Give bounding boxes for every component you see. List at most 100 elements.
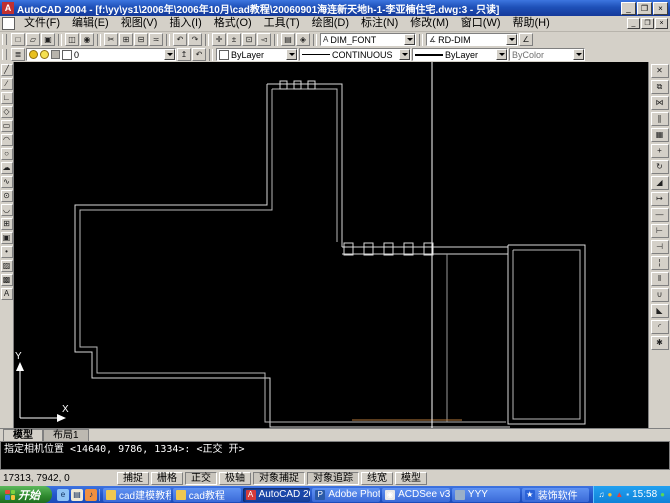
menu-item-window[interactable]: 窗口(W) [455,16,507,31]
polygon-button[interactable]: ◇ [1,106,13,118]
point-button[interactable]: • [1,246,13,258]
color-combo[interactable]: ByLayer [216,48,298,61]
fillet-button[interactable]: ◜ [651,320,669,334]
new-button[interactable]: □ [11,33,25,46]
menu-item-modify[interactable]: 修改(M) [404,16,455,31]
explode-button[interactable]: ✱ [651,336,669,350]
lengthen-button[interactable]: — [651,208,669,222]
media-player-icon[interactable]: ♪ [85,489,97,501]
tab-layout1[interactable]: 布局1 [43,429,89,441]
show-desktop-icon[interactable]: ▤ [71,489,83,501]
drawing-canvas[interactable]: YX [14,62,648,428]
combo-dropdown-icon[interactable] [506,34,517,45]
combo-dropdown-icon[interactable] [164,49,175,60]
open-button[interactable]: ▱ [26,33,40,46]
trim-button[interactable]: ⊢ [651,224,669,238]
task-decor-software[interactable]: ★装饰软件 [522,488,590,502]
stretch-button[interactable]: ↦ [651,192,669,206]
undo-button[interactable]: ↶ [173,33,187,46]
language-indicator-icon[interactable]: ● [660,490,665,500]
circle-button[interactable]: ○ [1,148,13,160]
network-icon[interactable]: ▪ [626,490,629,500]
layer-combo[interactable]: 0 [26,48,176,61]
combo-dropdown-icon[interactable] [404,34,415,45]
text-style-combo[interactable]: A DIM_FONT [320,33,416,46]
rectangle-button[interactable]: ▭ [1,120,13,132]
match-properties-button[interactable]: ≍ [149,33,163,46]
toggle-otrack[interactable]: 对象追踪 [307,472,359,485]
designcenter-button[interactable]: ◈ [296,33,310,46]
layer-previous-button[interactable]: ↶ [192,48,206,61]
join-button[interactable]: ∪ [651,288,669,302]
chamfer-button[interactable]: ◣ [651,304,669,318]
restore-button[interactable]: ❐ [637,2,652,15]
minimize-button[interactable]: _ [621,2,636,15]
scale-button[interactable]: ◢ [651,176,669,190]
task-yyy[interactable]: YYY [452,488,520,502]
volume-icon[interactable]: ♫ [599,490,605,500]
dim-style-combo[interactable]: ∡ RD-DIM [426,33,518,46]
start-button[interactable]: 开始 [0,486,52,503]
doc-close-button[interactable]: × [655,18,668,29]
toggle-model[interactable]: 模型 [395,472,427,485]
construction-line-button[interactable]: ∕ [1,78,13,90]
task-autocad[interactable]: AAutoCAD 200... [243,488,311,502]
zoom-window-button[interactable]: ⊡ [242,33,256,46]
task-photoshop[interactable]: PAdobe Photo... [312,488,380,502]
erase-button[interactable]: ✕ [651,64,669,78]
multiline-text-button[interactable]: A [1,288,13,300]
toggle-grid[interactable]: 栅格 [151,472,183,485]
offset-button[interactable]: ∥ [651,112,669,126]
menu-item-tools[interactable]: 工具(T) [258,16,306,31]
linetype-combo[interactable]: CONTINUOUS [299,48,411,61]
task-cad-modeling-tutorial[interactable]: cad建模教程 [103,488,171,502]
dim-update-button[interactable]: ∠ [519,33,533,46]
menu-item-draw[interactable]: 绘图(D) [306,16,355,31]
redo-button[interactable]: ↷ [188,33,202,46]
ellipse-button[interactable]: ⊙ [1,190,13,202]
zoom-realtime-button[interactable]: ± [227,33,241,46]
menu-item-help[interactable]: 帮助(H) [507,16,556,31]
antivirus-icon[interactable]: ▲ [615,490,623,500]
task-cad-tutorial[interactable]: cad教程 [173,488,241,502]
menu-item-format[interactable]: 格式(O) [208,16,258,31]
layers-button[interactable]: ≣ [11,48,25,61]
revision-cloud-button[interactable]: ☁ [1,162,13,174]
combo-dropdown-icon[interactable] [286,49,297,60]
region-button[interactable]: ▩ [1,274,13,286]
extend-button[interactable]: ⊣ [651,240,669,254]
messenger-icon[interactable]: ● [608,490,613,500]
break-button[interactable]: ‖ [651,272,669,286]
polyline-button[interactable]: ∟ [1,92,13,104]
move-button[interactable]: + [651,144,669,158]
copy-object-button[interactable]: ⧉ [651,80,669,94]
task-acdsee[interactable]: ◉ACDSee v3.1... [382,488,450,502]
menu-item-file[interactable]: 文件(F) [18,16,66,31]
menu-item-view[interactable]: 视图(V) [115,16,164,31]
mirror-button[interactable]: ⋈ [651,96,669,110]
toggle-snap[interactable]: 捕捉 [117,472,149,485]
paste-button[interactable]: ⊟ [134,33,148,46]
toggle-osnap[interactable]: 对象捕捉 [253,472,305,485]
toggle-ortho[interactable]: 正交 [185,472,217,485]
combo-dropdown-icon[interactable] [399,49,410,60]
pan-button[interactable]: ✛ [212,33,226,46]
toolbar-grip[interactable] [2,49,7,60]
make-block-button[interactable]: ▣ [1,232,13,244]
doc-minimize-button[interactable]: _ [627,18,640,29]
combo-dropdown-icon[interactable] [573,49,584,60]
coordinates-readout[interactable]: 17313, 7942, 0 [3,473,115,484]
line-button[interactable]: ╱ [1,64,13,76]
properties-button[interactable]: ▤ [281,33,295,46]
plotstyle-combo[interactable]: ByColor [509,48,585,61]
insert-block-button[interactable]: ⊞ [1,218,13,230]
toggle-lwt[interactable]: 线宽 [361,472,393,485]
menu-item-dimension[interactable]: 标注(N) [355,16,404,31]
menu-item-edit[interactable]: 编辑(E) [66,16,115,31]
arc-button[interactable]: ◠ [1,134,13,146]
doc-restore-button[interactable]: ❐ [641,18,654,29]
combo-dropdown-icon[interactable] [496,49,507,60]
plot-button[interactable]: ◫ [65,33,79,46]
close-button[interactable]: × [653,2,668,15]
spline-button[interactable]: ∿ [1,176,13,188]
